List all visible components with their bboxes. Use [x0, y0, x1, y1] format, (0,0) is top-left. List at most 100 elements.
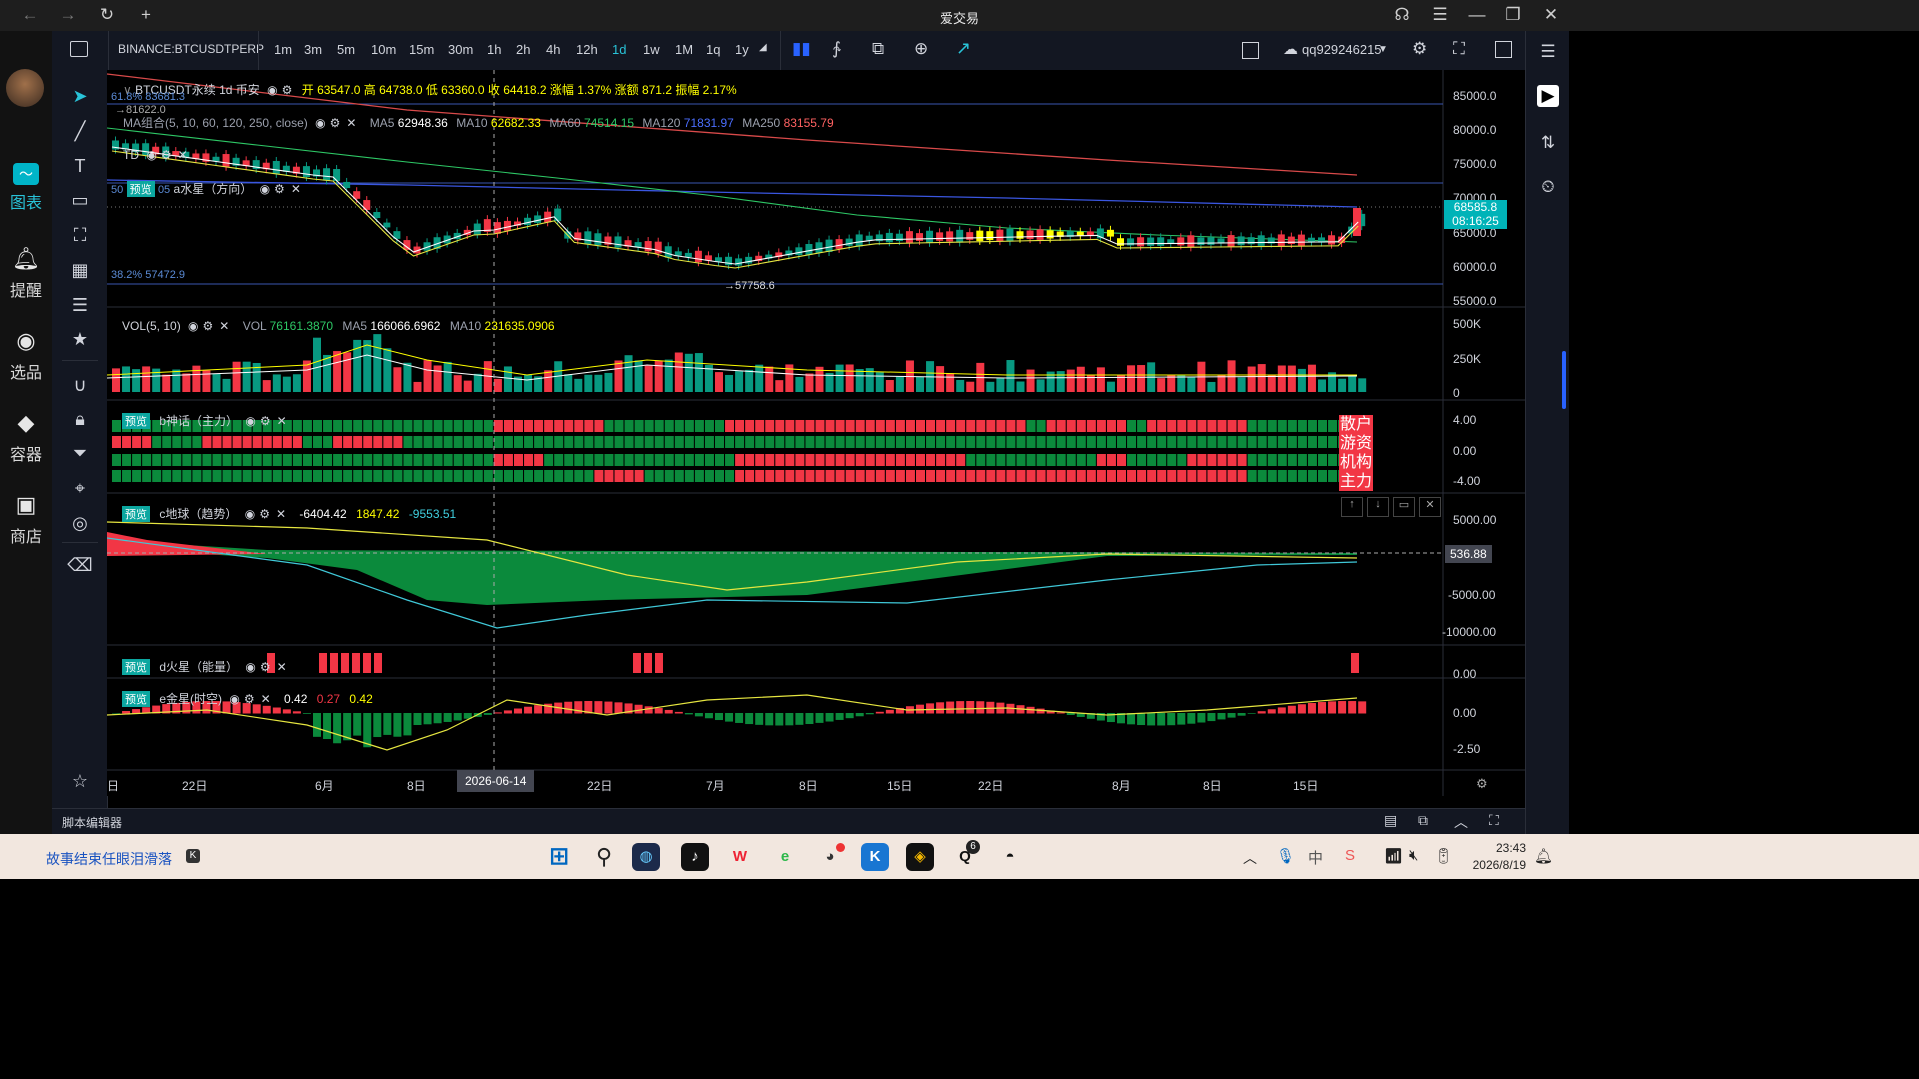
timeframe-12h[interactable]: 12h [576, 42, 598, 57]
remove-icon[interactable]: ✕ [178, 148, 188, 162]
penguin-icon[interactable]: ◓ [996, 843, 1024, 871]
tiktok-icon[interactable]: ♪ [681, 843, 709, 871]
eye-icon[interactable]: ◉ [188, 319, 198, 333]
text-tool-icon[interactable]: T [65, 153, 95, 179]
magnet-icon[interactable]: ∪ [65, 372, 95, 398]
news-widget[interactable]: 故事结束任眼泪滑落 [46, 849, 172, 869]
nav-item-select[interactable]: ◉ 选品 [0, 327, 52, 383]
gear-icon[interactable]: ⚙ [259, 507, 270, 521]
wps-icon[interactable]: W [726, 843, 754, 871]
save-icon[interactable]: ▤ [1384, 812, 1397, 829]
fib-tool-icon[interactable]: ☰ [65, 292, 95, 318]
eye-icon[interactable]: ◉ [245, 660, 255, 674]
lock-icon[interactable]: 🔒︎ [65, 406, 95, 432]
wifi-icon[interactable]: 📶︎ [1384, 847, 1403, 865]
crop-tool-icon[interactable]: ⛶ [65, 222, 95, 248]
search-icon[interactable]: ⚲ [590, 843, 618, 871]
eye-icon[interactable]: ◉ [146, 148, 156, 162]
timeframe-1w[interactable]: 1w [643, 42, 660, 57]
gear-icon[interactable]: ⚙ [260, 414, 271, 428]
hide-icon[interactable]: ◎ [65, 510, 95, 536]
target-icon[interactable]: ⌖ [65, 475, 95, 501]
start-icon[interactable]: ⊞ [545, 843, 573, 871]
candle-type-icon[interactable]: ▮▮ [792, 39, 811, 59]
layout-icon[interactable] [1242, 42, 1259, 59]
indicator-icon[interactable]: ∱ [832, 39, 841, 59]
compare-icon[interactable]: ⧉ [872, 39, 884, 59]
transfer-icon[interactable]: ⇅ [1535, 130, 1561, 156]
remove-icon[interactable]: ✕ [219, 319, 229, 333]
timeframe-4h[interactable]: 4h [546, 42, 560, 57]
username[interactable]: qq929246215 [1302, 42, 1382, 57]
gear-icon[interactable]: ⚙ [260, 660, 271, 674]
alert-add-icon[interactable]: ⊕ [914, 39, 928, 59]
favorite-tool-icon[interactable]: ★ [65, 326, 95, 352]
timeframe-dropdown-icon[interactable]: ◢ [759, 42, 767, 53]
expand-icon[interactable]: ⛶ [1489, 812, 1499, 829]
play-icon[interactable]: ▶ [1537, 85, 1559, 107]
chevron-up-icon[interactable]: ︿ [1243, 848, 1257, 868]
battery-icon[interactable]: 🔋︎ [1434, 847, 1453, 865]
replay-icon[interactable]: ↗ [956, 38, 971, 59]
move-up-icon[interactable]: ↑ [1341, 497, 1363, 517]
app-icon-1[interactable]: ◍ [632, 843, 660, 871]
nav-item-container[interactable]: ◆ 容器 [0, 409, 52, 465]
timeframe-10m[interactable]: 10m [371, 42, 396, 57]
nav-item-chart[interactable]: 〜 图表 [0, 163, 52, 213]
chevron-up-icon[interactable]: ︿ [1454, 812, 1468, 832]
close-pane-icon[interactable]: ✕ [1419, 497, 1441, 517]
gear-icon[interactable]: ⚙ [161, 148, 172, 162]
fullscreen-icon[interactable]: ⛶ [1453, 39, 1465, 59]
chart-area[interactable]: ∨ BTCUSDT永续 1d 币安 ◉ ⚙ 开 63547.0 高 64738.0… [107, 70, 1525, 796]
trading-app-icon[interactable]: ◈ [906, 843, 934, 871]
timeframe-3m[interactable]: 3m [304, 42, 322, 57]
menu-icon[interactable]: ☰ [1426, 4, 1454, 26]
eye-icon[interactable]: ◉ [229, 692, 239, 706]
eye-icon[interactable]: ◉ [267, 83, 277, 97]
remove-icon[interactable]: ✕ [261, 692, 271, 706]
filter-icon[interactable]: ⏷ [65, 440, 95, 466]
eye-icon[interactable]: ◉ [245, 507, 255, 521]
gear-icon[interactable]: ⚙ [330, 116, 341, 130]
eye-icon[interactable]: ◉ [260, 182, 270, 196]
gear-icon[interactable]: ⚙ [244, 692, 255, 706]
chart-canvas[interactable] [107, 70, 1525, 796]
headset-icon[interactable]: ☊ [1388, 4, 1416, 26]
nav-item-alert[interactable]: 🔔︎ 提醒 [0, 245, 52, 301]
script-editor-tab[interactable]: 脚本编辑器 [62, 814, 122, 831]
volume-mute-icon[interactable]: 🔇︎ [1409, 847, 1418, 864]
settings-icon[interactable]: ⚙ [1412, 39, 1427, 59]
scrollbar[interactable] [1562, 351, 1566, 409]
panel-toggle-icon[interactable] [1495, 41, 1512, 58]
timeframe-2h[interactable]: 2h [516, 42, 530, 57]
close-icon[interactable]: ✕ [1537, 4, 1565, 26]
remove-icon[interactable]: ✕ [346, 116, 356, 130]
chevron-down-icon[interactable]: ▼ [1378, 44, 1388, 55]
ime-icon[interactable]: 中 [1308, 847, 1323, 868]
maximize-icon[interactable]: ❐ [1499, 4, 1527, 26]
nav-item-shop[interactable]: ▣ 商店 [0, 491, 52, 547]
list-icon[interactable]: ☰ [1535, 39, 1561, 65]
clock-icon[interactable]: ⏲ [1535, 174, 1561, 200]
timeframe-30m[interactable]: 30m [448, 42, 473, 57]
remove-icon[interactable]: ✕ [276, 507, 286, 521]
timeframe-15m[interactable]: 15m [409, 42, 434, 57]
timeframe-1d[interactable]: 1d [612, 42, 626, 57]
browser-icon[interactable]: e [771, 843, 799, 871]
external-icon[interactable]: ⧉ [1418, 812, 1428, 829]
move-down-icon[interactable]: ↓ [1367, 497, 1389, 517]
trendline-icon[interactable]: ╱ [65, 118, 95, 144]
cursor-icon[interactable]: ➤ [65, 83, 95, 109]
maximize-pane-icon[interactable]: ▭ [1393, 497, 1415, 517]
remove-icon[interactable]: ✕ [291, 182, 301, 196]
rectangle-tool-icon[interactable]: ▭ [65, 187, 95, 213]
timeframe-5m[interactable]: 5m [337, 42, 355, 57]
timeframe-1h[interactable]: 1h [487, 42, 501, 57]
gear-icon[interactable]: ⚙ [203, 319, 214, 333]
eraser-icon[interactable]: ⌫ [65, 552, 95, 578]
timeframe-1y[interactable]: 1y [735, 42, 749, 57]
symbol-selector[interactable]: BINANCE:BTCUSDTPERP [118, 42, 264, 56]
k-app-icon[interactable]: K [861, 843, 889, 871]
axis-settings-icon[interactable]: ⚙ [1476, 776, 1488, 792]
timeframe-1m[interactable]: 1m [274, 42, 292, 57]
